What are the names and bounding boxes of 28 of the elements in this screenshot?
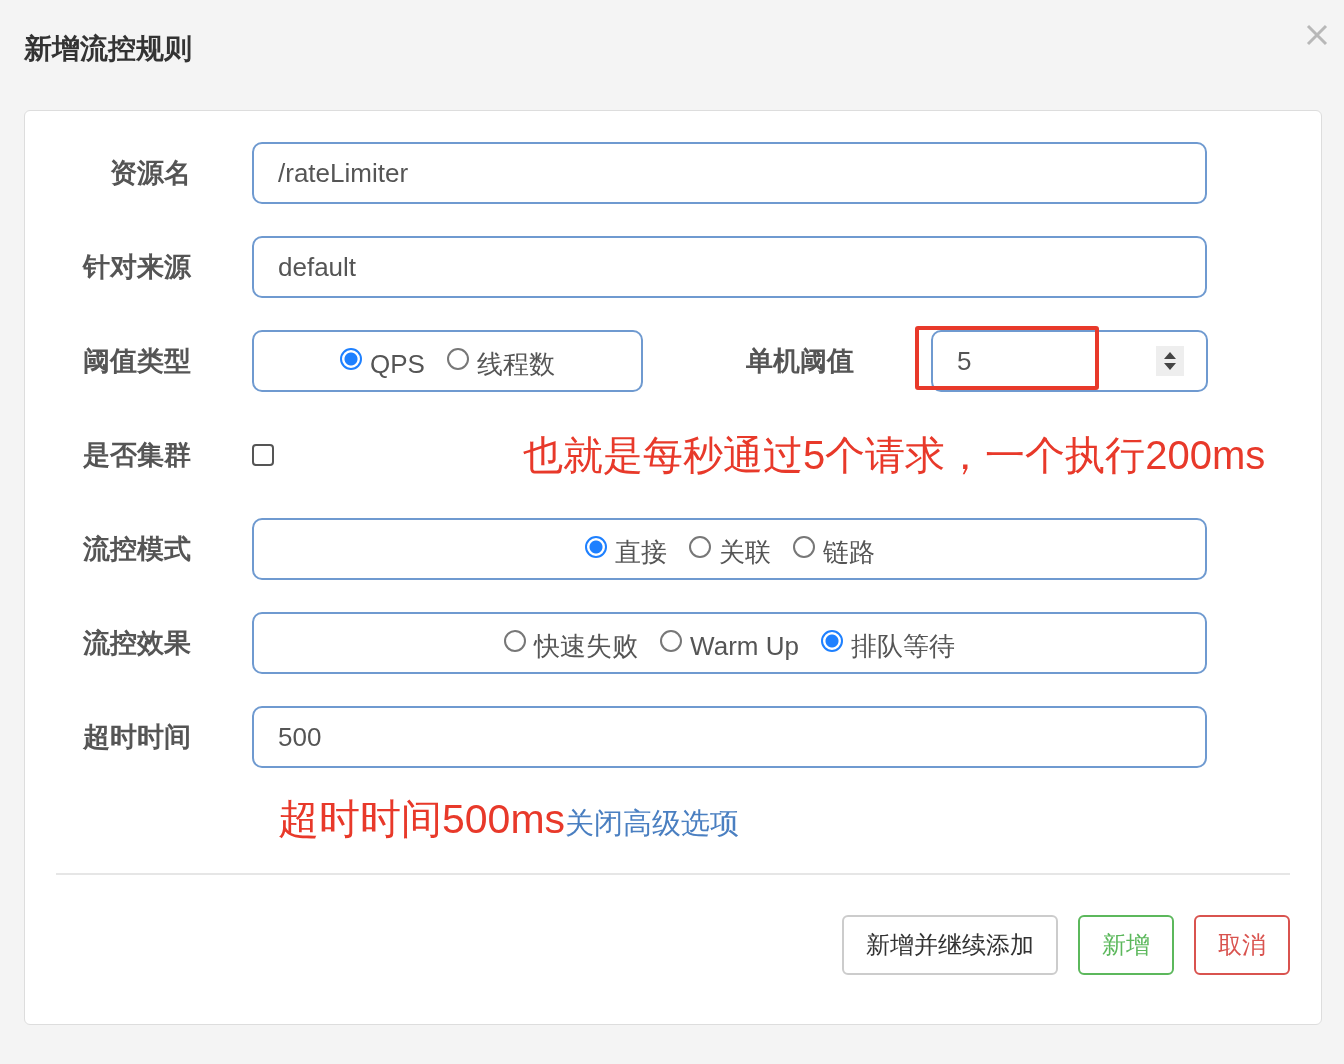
radio-option[interactable]: Warm Up [660,630,799,662]
radio-option[interactable]: 关联 [688,534,771,570]
spinner-icon[interactable] [1156,346,1184,376]
dialog-button[interactable]: 新增并继续添加 [842,915,1058,975]
number-field[interactable]: 5 [931,330,1208,392]
field-label: 流控模式 [82,533,191,566]
radio-option[interactable]: 链路 [792,534,875,570]
field-label: 是否集群 [82,439,191,472]
annotation-text: 也就是每秒通过5个请求，一个执行200ms [523,431,1266,479]
dialog-button[interactable]: 取消 [1194,915,1290,975]
field-label: 针对来源 [81,251,191,284]
field-label: 资源名 [109,157,191,190]
checkbox[interactable] [252,444,274,466]
dialog-title: 新增流控规则 [24,32,192,66]
input-field[interactable]: /rateLimiter [252,142,1207,204]
input-field[interactable]: default [252,236,1207,298]
collapse-link[interactable]: 关闭高级选项 [565,804,740,844]
radio-option[interactable]: QPS [340,348,425,380]
field-label: 流控效果 [82,627,191,660]
radio-option[interactable]: 快速失败 [504,628,639,664]
annotation-text: 超时时间500ms [278,795,566,844]
input-field[interactable]: 500 [252,706,1207,768]
field-label: 阈值类型 [82,345,191,378]
radio-option[interactable]: 排队等待 [820,628,955,664]
radio-option[interactable]: 线程数 [446,346,555,382]
field-label: 单机阈值 [746,345,855,378]
field-label: 超时时间 [82,721,191,754]
radio-option[interactable]: 直接 [584,534,667,570]
